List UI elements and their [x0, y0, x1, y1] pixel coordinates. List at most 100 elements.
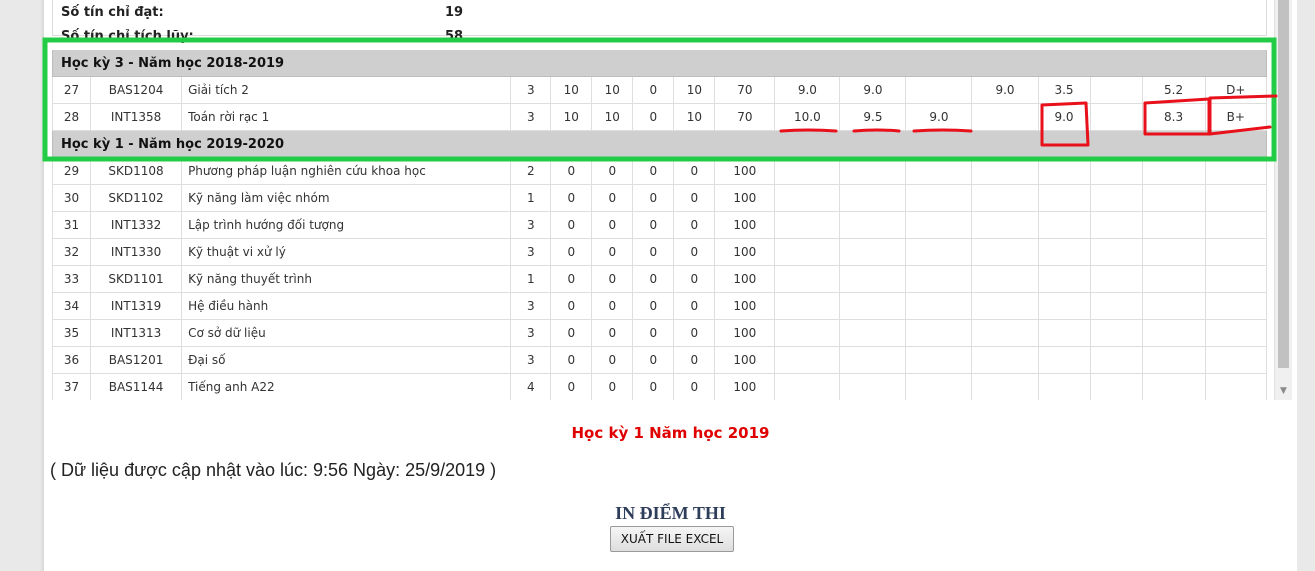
- cell-w4: 0: [673, 211, 716, 239]
- cell-w5: 100: [714, 319, 776, 347]
- cell-g5: [1037, 292, 1091, 320]
- cell-w2: 10: [591, 76, 634, 104]
- cell-w3: 0: [632, 211, 675, 239]
- cell-g4: [971, 373, 1039, 400]
- cell-w5: 70: [714, 103, 776, 131]
- export-excel-button[interactable]: XUẤT FILE EXCEL: [610, 526, 734, 552]
- cell-g1: [774, 319, 841, 347]
- cell-g5: [1037, 265, 1091, 293]
- cell-w2: 0: [591, 238, 634, 266]
- cell-g6: [1089, 346, 1143, 374]
- semester-header: Học kỳ 3 - Năm học 2018-2019: [52, 50, 1267, 77]
- grade-panel: Số tín chỉ đạt: 19 Số tín chỉ tích lũy: …: [52, 0, 1267, 400]
- cell-g1: [774, 184, 841, 212]
- cell-tc: 3: [510, 292, 552, 320]
- cell-w2: 10: [591, 103, 634, 131]
- cell-w5: 100: [714, 238, 776, 266]
- cell-g5: [1037, 346, 1091, 374]
- cell-g4: [971, 103, 1039, 131]
- cell-g3: [905, 346, 973, 374]
- cell-g4: [971, 184, 1039, 212]
- cell-code: INT1313: [90, 319, 183, 347]
- update-timestamp-note: ( Dữ liệu được cập nhật vào lúc: 9:56 Ng…: [50, 460, 497, 480]
- cell-w1: 0: [550, 265, 593, 293]
- grade-page: Số tín chỉ đạt: 19 Số tín chỉ tích lũy: …: [40, 0, 1297, 571]
- table-row: 31 INT1332 Lập trình hướng đối tượng 3 0 0 0 0 1…: [52, 211, 1267, 239]
- table-row: 34 INT1319 Hệ điều hành 3 0 0 0 0 100: [52, 292, 1267, 320]
- cell-g3: [905, 184, 973, 212]
- cell-w3: 0: [632, 76, 675, 104]
- cell-w1: 10: [550, 76, 593, 104]
- semester-title: Học kỳ 3 - Năm học 2018-2019: [52, 50, 1267, 77]
- cell-g2: [839, 265, 907, 293]
- cell-g4: [971, 265, 1039, 293]
- cell-letter: [1204, 238, 1267, 266]
- cell-g6: [1089, 157, 1143, 185]
- cell-w1: 0: [550, 319, 593, 347]
- cell-w5: 100: [714, 373, 776, 400]
- cell-g3: [905, 157, 973, 185]
- cell-stt: 36: [52, 346, 92, 374]
- cell-g4: [971, 157, 1039, 185]
- cell-w2: 0: [591, 292, 634, 320]
- cell-name: Toán rời rạc 1: [181, 103, 512, 131]
- cell-stt: 32: [52, 238, 92, 266]
- cell-w4: 10: [673, 76, 716, 104]
- cell-w3: 0: [632, 346, 675, 374]
- cell-code: INT1330: [90, 238, 183, 266]
- cell-name: Kỹ năng làm việc nhóm: [181, 184, 512, 212]
- cell-g1: [774, 373, 841, 400]
- cell-letter: B+: [1204, 103, 1267, 131]
- semester-header: Học kỳ 1 - Năm học 2019-2020: [52, 130, 1267, 158]
- cell-w1: 10: [550, 103, 593, 131]
- cell-g4: 9.0: [971, 76, 1039, 104]
- cell-w5: 70: [714, 76, 776, 104]
- cell-stt: 28: [52, 103, 92, 131]
- cell-w4: 0: [673, 184, 716, 212]
- cell-w2: 0: [591, 265, 634, 293]
- cell-letter: [1204, 184, 1267, 212]
- cell-g5: [1037, 184, 1091, 212]
- cell-g7: [1141, 265, 1206, 293]
- cell-name: Lập trình hướng đối tượng: [181, 211, 512, 239]
- cell-g7: 5.2: [1141, 76, 1206, 104]
- cell-g1: 10.0: [774, 103, 841, 131]
- table-row: 30 SKD1102 Kỹ năng làm việc nhóm 1 0 0 0 0 100: [52, 184, 1267, 212]
- cell-g7: [1141, 346, 1206, 374]
- cell-letter: [1204, 265, 1267, 293]
- cell-letter: [1204, 157, 1267, 185]
- summary-label: Số tín chỉ đạt:: [61, 5, 164, 20]
- cell-w4: 10: [673, 103, 716, 131]
- table-scrollbar[interactable]: ▼: [1274, 0, 1292, 400]
- current-term-label: Học kỳ 1 Năm học 2019: [571, 424, 770, 442]
- cell-w3: 0: [632, 184, 675, 212]
- credit-summary: Số tín chỉ đạt: 19 Số tín chỉ tích lũy: …: [52, 0, 1267, 44]
- cell-w5: 100: [714, 211, 776, 239]
- cell-w5: 100: [714, 157, 776, 185]
- cell-tc: 3: [510, 103, 552, 131]
- cell-g3: [905, 265, 973, 293]
- cell-code: SKD1101: [90, 265, 183, 293]
- grades-table: Học kỳ 3 - Năm học 2018-2019 27 BAS1204 Giả…: [52, 50, 1267, 400]
- table-row: 28 INT1358 Toán rời rạc 1 3 10 10 0 10 70 10.0 9.5…: [52, 103, 1267, 131]
- summary-value: 19: [445, 5, 464, 20]
- cell-w3: 0: [632, 103, 675, 131]
- cell-g1: [774, 265, 841, 293]
- cell-g7: [1141, 184, 1206, 212]
- cell-w1: 0: [550, 292, 593, 320]
- scroll-down-arrow-icon[interactable]: ▼: [1275, 383, 1292, 400]
- cell-stt: 31: [52, 211, 92, 239]
- cell-code: INT1332: [90, 211, 183, 239]
- cell-w3: 0: [632, 238, 675, 266]
- cell-w4: 0: [673, 373, 716, 400]
- cell-g1: [774, 238, 841, 266]
- cell-g5: [1037, 238, 1091, 266]
- cell-w4: 0: [673, 346, 716, 374]
- scrollbar-thumb[interactable]: [1278, 0, 1289, 368]
- cell-g2: [839, 319, 907, 347]
- table-row: 36 BAS1201 Đại số 3 0 0 0 0 100: [52, 346, 1267, 374]
- cell-name: Kỹ thuật vi xử lý: [181, 238, 512, 266]
- table-row: 37 BAS1144 Tiếng anh A22 4 0 0 0 0 100: [52, 373, 1267, 400]
- summary-value: 58: [445, 29, 464, 44]
- cell-g5: [1037, 157, 1091, 185]
